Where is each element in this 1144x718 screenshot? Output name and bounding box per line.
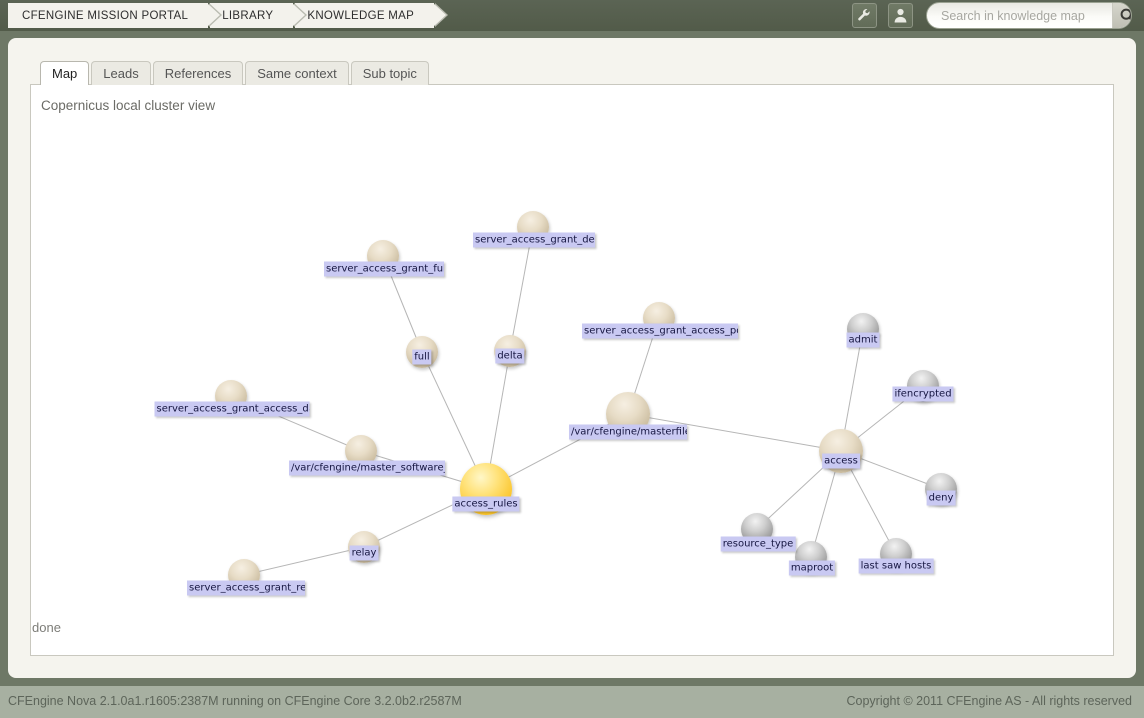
tab-same-context[interactable]: Same context: [245, 61, 349, 85]
search-button[interactable]: [1112, 3, 1131, 28]
footer-copyright-text: Copyright © 2011 CFEngine AS - All right…: [846, 694, 1132, 708]
tab-label: References: [164, 66, 232, 81]
tab-label: Leads: [103, 66, 139, 81]
graph-node-label-server_access_grant_access_polic[interactable]: server_access_grant_access_polic: [582, 323, 738, 339]
breadcrumb-chevron-icon: [433, 3, 447, 27]
breadcrumb-item-label: LIBRARY: [222, 9, 274, 22]
graph-node-label-last_saw_hosts[interactable]: last saw hosts: [858, 558, 934, 574]
search-icon: [1120, 8, 1131, 21]
tab-label: Sub topic: [362, 66, 417, 81]
search-input[interactable]: [927, 3, 1112, 28]
graph-node-label-relay[interactable]: relay: [349, 545, 379, 561]
graph-node-label-resource_type[interactable]: resource_type: [720, 536, 796, 552]
content-panel: Map Leads References Same context Sub topic …: [8, 38, 1136, 678]
tab-bar: Map Leads References Same context Sub topic: [40, 60, 431, 85]
tab-label: Map: [52, 66, 78, 81]
wrench-glyph: [858, 8, 870, 21]
breadcrumb-item-1[interactable]: LIBRARY: [210, 3, 308, 28]
footer-version-text: CFEngine Nova 2.1.0a1.r1605:2387M runnin…: [8, 694, 462, 708]
tab-map[interactable]: Map: [40, 61, 90, 85]
graph-node-label-ifencrypted[interactable]: ifencrypted: [892, 386, 954, 402]
graph-node-label-deny[interactable]: deny: [926, 490, 956, 506]
search-box[interactable]: [926, 2, 1132, 29]
tab-references[interactable]: References: [152, 61, 244, 85]
breadcrumb-chevron-icon: [292, 3, 306, 27]
graph-node-label-access[interactable]: access: [822, 453, 860, 469]
map-title: Copernicus local cluster view: [41, 98, 216, 113]
graph-node-label-admit[interactable]: admit: [846, 332, 880, 348]
user-glyph: [894, 8, 907, 23]
tab-sub-topic[interactable]: Sub topic: [350, 61, 429, 85]
tab-label: Same context: [257, 66, 337, 81]
graph-node-label-masterfiles[interactable]: /var/cfengine/masterfiles: [569, 424, 687, 440]
breadcrumb-item-label: CFENGINE MISSION PORTAL: [22, 9, 189, 22]
user-icon[interactable]: [888, 3, 913, 28]
breadcrumb-item-2[interactable]: KNOWLEDGE MAP: [295, 3, 449, 28]
graph: access_rules full delta relay server_access_…: [31, 85, 1113, 655]
tab-leads[interactable]: Leads: [91, 61, 151, 85]
graph-node-label-server_access_grant_relay[interactable]: server_access_grant_relay: [187, 580, 305, 596]
graph-node-label-server_access_grant_delta[interactable]: server_access_grant_delta: [473, 232, 595, 248]
breadcrumb-chevron-icon: [207, 3, 221, 27]
graph-edges: [230, 226, 942, 576]
graph-node-label-maproot[interactable]: maproot: [788, 560, 836, 576]
graph-node-label-delta[interactable]: delta: [495, 348, 525, 364]
graph-node-label-master_software_up[interactable]: /var/cfengine/master_software_up: [289, 460, 445, 476]
wrench-icon[interactable]: [852, 3, 877, 28]
breadcrumb-item-0[interactable]: CFENGINE MISSION PORTAL: [8, 3, 223, 28]
graph-node-label-access_rules[interactable]: access_rules: [452, 496, 520, 512]
knowledge-map-canvas[interactable]: access_rules full delta relay server_access_…: [30, 84, 1114, 656]
graph-node-label-full[interactable]: full: [412, 349, 432, 365]
graph-node-label-server_access_grant_access_dataf[interactable]: server_access_grant_access_dataf: [154, 401, 310, 417]
breadcrumb: CFENGINE MISSION PORTAL LIBRARY KNOWLEDGE …: [8, 3, 449, 28]
top-bar: CFENGINE MISSION PORTAL LIBRARY KNOWLEDGE …: [0, 0, 1144, 31]
graph-edge: [243, 546, 365, 576]
footer: CFEngine Nova 2.1.0a1.r1605:2387M runnin…: [0, 686, 1144, 718]
map-status: done: [32, 620, 61, 635]
breadcrumb-item-label: KNOWLEDGE MAP: [307, 9, 415, 22]
graph-node-label-server_access_grant_full[interactable]: server_access_grant_full: [324, 261, 444, 277]
